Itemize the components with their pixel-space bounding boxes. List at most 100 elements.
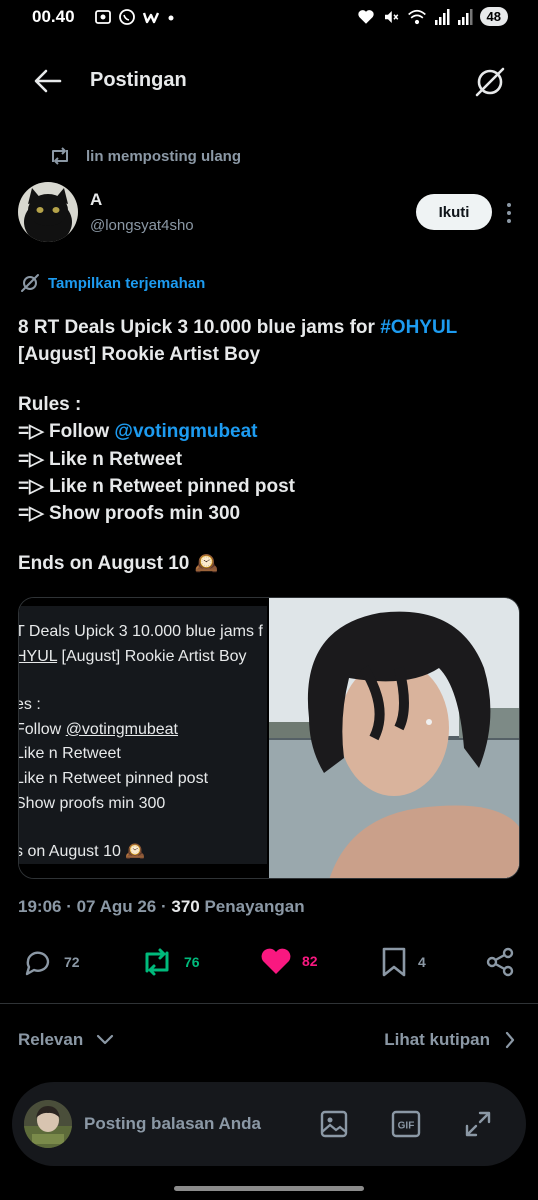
tweet-spacer <box>18 369 523 391</box>
ends-date: Ends on August 10 🕰️ <box>18 552 219 574</box>
chevron-down-icon <box>97 1034 114 1045</box>
media-screenshot[interactable]: T Deals Upick 3 10.000 blue jams f HYUL … <box>19 598 269 878</box>
expand-icon <box>465 1111 491 1137</box>
reply-count: 72 <box>64 954 80 970</box>
home-indicator[interactable] <box>174 1186 364 1191</box>
mute-icon <box>384 10 398 23</box>
app-header: Postingan <box>0 56 538 106</box>
image-icon <box>320 1110 348 1138</box>
back-arrow-icon[interactable] <box>30 66 66 96</box>
sort-dropdown[interactable]: Relevan <box>18 1030 115 1050</box>
gif-label: GIF <box>398 1121 415 1132</box>
embedded-spacer <box>19 816 263 840</box>
embedded-line: es : <box>19 696 41 714</box>
author-handle[interactable]: @longsyat4sho <box>90 217 194 234</box>
embedded-line: Like n Retweet <box>18 745 121 763</box>
embedded-line: Show proofs min 300 <box>18 794 166 812</box>
embedded-line: HYUL [August] Rookie Artist Boy <box>18 645 263 670</box>
repost-small-icon <box>52 147 68 165</box>
embedded-spacer <box>19 669 263 693</box>
signal-2-icon <box>457 8 473 25</box>
signal-icon <box>434 8 450 25</box>
expand-button[interactable] <box>460 1106 496 1142</box>
rule-1-text: =▷ Follow <box>18 421 115 443</box>
mention-link[interactable]: @votingmubeat <box>114 421 257 442</box>
status-bar: 00.40 48 <box>0 0 538 38</box>
share-icon <box>486 947 514 977</box>
bookmark-count: 4 <box>418 954 426 970</box>
bookmark-button[interactable]: 4 <box>380 946 426 978</box>
view-count-label[interactable]: Penayangan <box>200 897 304 916</box>
view-count: 370 <box>171 897 200 916</box>
rules-title: Rules : <box>18 393 82 415</box>
divider <box>0 1003 538 1004</box>
tweet-line-1: 8 RT Deals Upick 3 10.000 blue jams for … <box>18 314 523 341</box>
tweet-line-1-text: 8 RT Deals Upick 3 10.000 blue jams for <box>18 317 381 338</box>
page-title: Postingan <box>90 69 187 91</box>
gif-icon: GIF <box>391 1110 421 1138</box>
repost-context-label: lin memposting ulang <box>86 147 242 165</box>
hashtag-link[interactable]: #OHYUL <box>380 317 457 338</box>
gif-button[interactable]: GIF <box>388 1106 424 1142</box>
system-icons: 48 <box>357 7 508 26</box>
tweet-media: T Deals Upick 3 10.000 blue jams f HYUL … <box>18 597 520 879</box>
repost-icon <box>145 948 169 976</box>
image-button[interactable] <box>316 1106 352 1142</box>
tweet-spacer <box>18 528 523 550</box>
rule-4: =▷ Show proofs min 300 <box>18 503 241 525</box>
show-translation-label: Tampilkan terjemahan <box>48 274 206 292</box>
reply-icon <box>25 951 50 976</box>
sort-label: Relevan <box>18 1030 84 1049</box>
share-button[interactable] <box>484 946 516 978</box>
embedded-hashtag: HYUL <box>18 647 58 665</box>
repost-context[interactable]: lin memposting ulang <box>48 146 241 166</box>
tweet-datetime: 19:06 · 07 Agu 26 · <box>18 897 172 916</box>
embedded-line: Follow @votingmubeat <box>18 718 263 743</box>
battery-indicator: 48 <box>479 7 508 26</box>
wattpad-icon <box>142 12 160 24</box>
screenshot-icon <box>95 10 111 24</box>
reply-composer: Posting balasan Anda GIF <box>12 1082 526 1166</box>
reply-sort-row: Relevan Lihat kutipan <box>0 1020 538 1060</box>
whatsapp-icon <box>119 9 135 25</box>
reply-input[interactable]: Posting balasan Anda <box>84 1114 261 1134</box>
embedded-line: s on August 10 🕰️ <box>18 843 146 861</box>
view-quotes-link[interactable]: Lihat kutipan <box>384 1030 516 1050</box>
embedded-line: Like n Retweet pinned post <box>18 769 209 787</box>
heart-filled-icon <box>261 948 291 974</box>
like-button[interactable]: 82 <box>260 946 318 976</box>
embedded-line: T Deals Upick 3 10.000 blue jams f <box>18 623 263 640</box>
repost-count: 76 <box>184 954 200 970</box>
chevron-right-icon <box>505 1031 515 1049</box>
grok-icon[interactable] <box>472 64 508 100</box>
wifi-icon <box>407 9 426 24</box>
tweet-timestamp: 19:06 · 07 Agu 26 · 370 Penayangan <box>18 897 305 917</box>
rule-3: =▷ Like n Retweet pinned post <box>18 476 295 498</box>
show-translation-link[interactable]: Tampilkan terjemahan <box>20 273 205 293</box>
user-avatar[interactable] <box>24 1100 72 1148</box>
like-count: 82 <box>302 953 318 969</box>
tweet-text: 8 RT Deals Upick 3 10.000 blue jams for … <box>18 314 523 577</box>
notification-icons <box>94 8 176 26</box>
tweet-actions: 72 76 82 4 <box>0 940 538 988</box>
view-quotes-label: Lihat kutipan <box>384 1030 490 1049</box>
repost-button[interactable]: 76 <box>140 946 200 978</box>
rule-2: =▷ Like n Retweet <box>18 448 183 470</box>
author-name[interactable]: A <box>90 190 102 210</box>
heart-status-icon <box>357 9 374 24</box>
tweet-line-2: [August] Rookie Artist Boy <box>18 344 261 366</box>
screenshot-panel: T Deals Upick 3 10.000 blue jams f HYUL … <box>19 606 267 864</box>
follow-button[interactable]: Ikuti <box>416 194 492 230</box>
author-avatar[interactable] <box>18 182 78 242</box>
embedded-line-text: [August] Rookie Artist Boy <box>57 647 247 665</box>
reply-button[interactable]: 72 <box>22 946 80 978</box>
bookmark-icon <box>382 947 406 977</box>
rule-1: =▷ Follow @votingmubeat <box>18 418 523 445</box>
embedded-line-text: Follow <box>18 720 66 738</box>
embedded-mention: @votingmubeat <box>65 720 178 738</box>
more-options-icon[interactable] <box>500 200 518 226</box>
status-time: 00.40 <box>32 7 75 26</box>
media-photo[interactable] <box>269 598 519 878</box>
grok-small-icon <box>21 274 39 292</box>
embedded-tweet-text: T Deals Upick 3 10.000 blue jams f HYUL … <box>18 620 263 865</box>
